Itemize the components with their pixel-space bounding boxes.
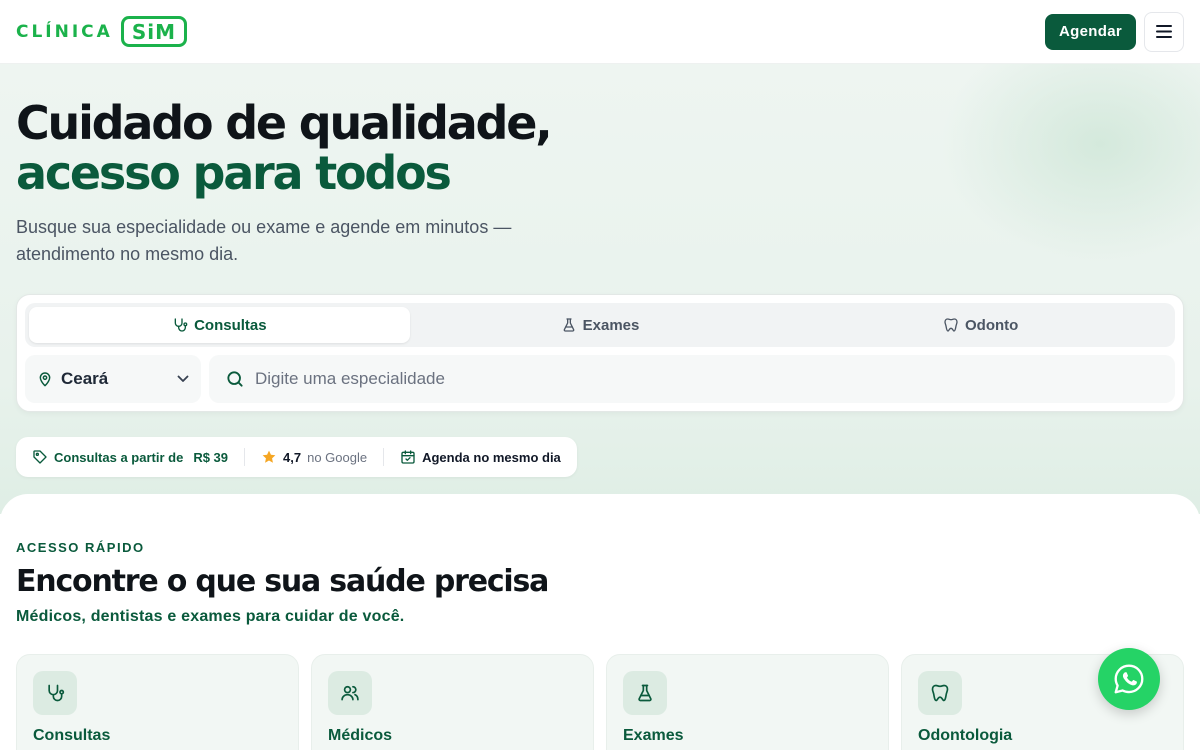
quick-access-section: ACESSO RÁPIDO Encontre o que sua saúde p… bbox=[0, 494, 1200, 750]
specialty-search-input[interactable] bbox=[255, 369, 1159, 389]
map-pin-icon bbox=[39, 372, 51, 387]
divider bbox=[244, 448, 246, 466]
divider bbox=[383, 448, 385, 466]
card-title: Médicos bbox=[328, 727, 393, 744]
section-subtitle: Médicos, dentistas e exames para cuidar … bbox=[16, 608, 405, 625]
card-title: Odontologia bbox=[918, 727, 1013, 744]
star-icon bbox=[262, 450, 276, 463]
price-label: Consultas a partir de bbox=[54, 449, 184, 465]
hero-subtitle: Busque sua especialidade ou exame e agen… bbox=[16, 217, 512, 264]
trust-bar: Consultas a partir de R$ 39 4,7 no Googl… bbox=[16, 437, 577, 477]
site-header: CLÍNICA SiM Agendar bbox=[0, 0, 1200, 64]
header-actions: Agendar bbox=[1045, 11, 1184, 52]
specialty-search bbox=[209, 355, 1175, 403]
tooth-icon bbox=[931, 684, 949, 702]
card-icon-wrap bbox=[623, 671, 667, 715]
stethoscope-icon bbox=[48, 684, 65, 702]
price-info: Consultas a partir de R$ 39 bbox=[32, 449, 228, 465]
search-tabs: Consultas Exames Odonto bbox=[25, 303, 1175, 347]
rating-value: 4,7 bbox=[283, 449, 302, 465]
tag-icon bbox=[33, 450, 47, 464]
search-icon bbox=[227, 371, 243, 387]
card-consultas[interactable]: Consultas bbox=[16, 654, 299, 750]
flask-icon bbox=[563, 318, 575, 332]
same-day-info: Agenda no mesmo dia bbox=[400, 449, 561, 465]
same-day-text: Agenda no mesmo dia bbox=[422, 449, 561, 465]
stethoscope-icon bbox=[174, 318, 188, 332]
card-exames[interactable]: Exames bbox=[606, 654, 889, 750]
tab-exames[interactable]: Exames bbox=[410, 307, 791, 343]
card-title: Exames bbox=[623, 727, 684, 744]
rating-info: 4,7 no Google bbox=[261, 449, 367, 465]
hero-title: Cuidado de qualidade, acesso para todos bbox=[16, 96, 553, 200]
calendar-check-icon bbox=[401, 450, 415, 464]
menu-button[interactable] bbox=[1144, 11, 1184, 52]
hero-title-line2: acesso para todos bbox=[16, 146, 452, 200]
hero-section: Cuidado de qualidade, acesso para todos … bbox=[0, 64, 1200, 514]
agendar-button[interactable]: Agendar bbox=[1045, 13, 1136, 50]
tooth-icon bbox=[944, 318, 958, 332]
hero-glow bbox=[940, 64, 1200, 264]
price-value: R$ 39 bbox=[193, 449, 229, 465]
tab-odonto[interactable]: Odonto bbox=[790, 307, 1171, 343]
state-value: Ceará bbox=[61, 369, 109, 388]
tab-label: Odonto bbox=[965, 316, 1019, 334]
users-icon bbox=[341, 685, 359, 701]
tab-consultas[interactable]: Consultas bbox=[29, 307, 410, 343]
clinica-sim-logo[interactable]: CLÍNICA SiM bbox=[16, 16, 187, 47]
quick-access-cards: Consultas Médicos Exames Odontologia bbox=[16, 654, 1184, 750]
state-select[interactable]: Ceará bbox=[25, 355, 201, 403]
hamburger-icon bbox=[1156, 25, 1172, 38]
tab-label: Consultas bbox=[194, 316, 267, 334]
card-icon-wrap bbox=[918, 671, 962, 715]
rating-source: no Google bbox=[307, 449, 368, 465]
logo-text: CLÍNICA bbox=[16, 21, 113, 42]
chevron-down-icon bbox=[177, 375, 189, 382]
section-eyebrow: ACESSO RÁPIDO bbox=[16, 540, 145, 555]
tab-label: Exames bbox=[582, 316, 640, 334]
hero-title-line1: Cuidado de qualidade, bbox=[16, 96, 553, 150]
card-icon-wrap bbox=[33, 671, 77, 715]
flask-icon bbox=[638, 684, 652, 702]
whatsapp-button[interactable] bbox=[1098, 648, 1160, 710]
logo-badge: SiM bbox=[120, 16, 187, 47]
section-title: Encontre o que sua saúde precisa bbox=[16, 564, 549, 599]
card-medicos[interactable]: Médicos bbox=[311, 654, 594, 750]
card-title: Consultas bbox=[33, 727, 111, 744]
whatsapp-icon bbox=[1114, 664, 1144, 694]
search-card: Consultas Exames Odonto Ceará bbox=[16, 294, 1184, 412]
card-icon-wrap bbox=[328, 671, 372, 715]
